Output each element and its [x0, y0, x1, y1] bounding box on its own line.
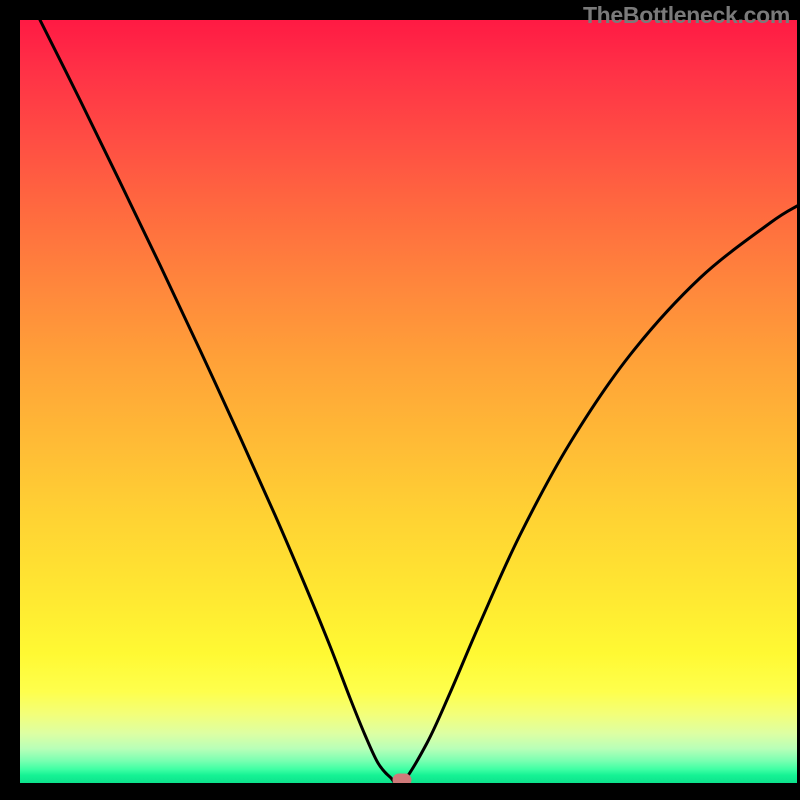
chart-container: TheBottleneck.com: [0, 0, 800, 800]
curve-svg: [20, 20, 797, 783]
watermark-text: TheBottleneck.com: [583, 2, 790, 29]
plot-area: [20, 20, 797, 783]
min-marker: [393, 774, 412, 784]
bottleneck-curve-path: [40, 20, 797, 783]
